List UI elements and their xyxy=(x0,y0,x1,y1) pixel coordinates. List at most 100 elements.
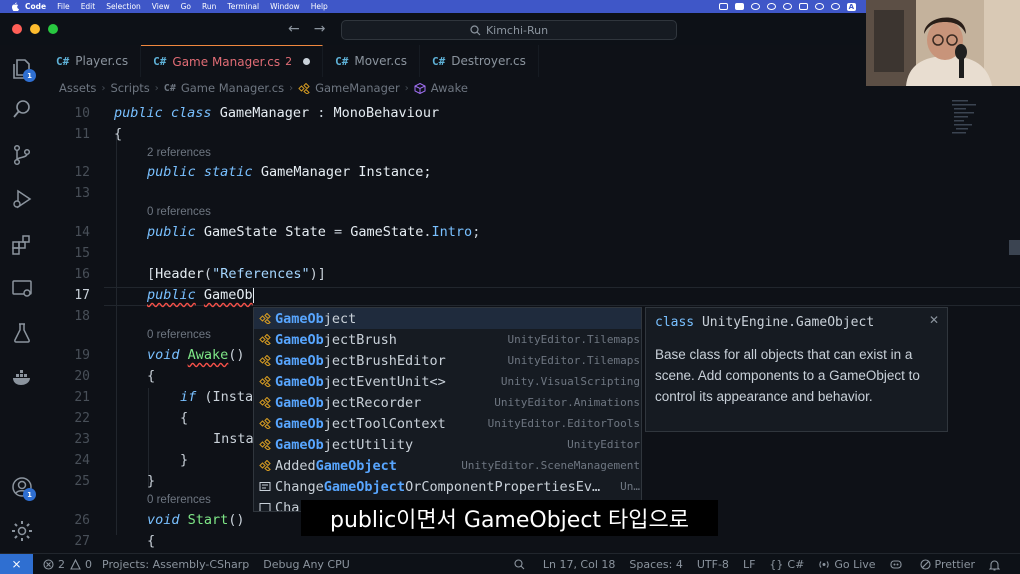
indentation[interactable]: Spaces: 4 xyxy=(629,558,682,571)
copilot-icon[interactable] xyxy=(889,559,906,570)
menu-selection[interactable]: Selection xyxy=(106,2,141,11)
suggestion-item[interactable]: GameObjectBrush UnityEditor.Tilemaps xyxy=(254,329,641,350)
end-of-line[interactable]: LF xyxy=(743,558,755,571)
csharp-file-icon: C# xyxy=(163,82,176,94)
video-subtitle: public이면서 GameObject 타입으로 xyxy=(301,500,718,536)
warning-count: 0 xyxy=(85,557,92,571)
zoom-indicator[interactable] xyxy=(514,559,529,570)
breadcrumb-file[interactable]: Game Manager.cs xyxy=(181,81,284,95)
code-line: { xyxy=(114,126,123,142)
breadcrumb-scripts[interactable]: Scripts xyxy=(110,81,149,95)
menu-code[interactable]: Code xyxy=(25,2,46,11)
menu-run[interactable]: Run xyxy=(202,2,216,11)
line-number: 11 xyxy=(74,127,90,142)
suggestion-item[interactable]: GameObjectBrushEditor UnityEditor.Tilema… xyxy=(254,350,641,371)
encoding[interactable]: UTF-8 xyxy=(697,558,729,571)
prettier-indicator[interactable]: Prettier xyxy=(919,558,975,571)
apple-icon[interactable] xyxy=(10,2,20,11)
control-center-icon[interactable] xyxy=(830,3,840,10)
suggestion-item[interactable]: AddedGameObject UnityEditor.SceneManagem… xyxy=(254,455,641,476)
suggestion-item[interactable]: GameObjectEventUnit<> Unity.VisualScript… xyxy=(254,371,641,392)
codelens-references[interactable]: 0 references xyxy=(147,206,211,218)
source-control-icon[interactable] xyxy=(10,143,34,167)
docker-icon[interactable] xyxy=(10,365,34,389)
build-config-indicator[interactable]: Debug Any CPU xyxy=(263,558,350,571)
code-line: [Header("References")] xyxy=(147,266,326,282)
testing-icon[interactable] xyxy=(10,321,34,345)
prohibited-icon xyxy=(919,559,931,570)
minimap[interactable] xyxy=(948,98,1018,198)
tab-label: Player.cs xyxy=(75,54,129,68)
breadcrumb-assets[interactable]: Assets xyxy=(59,81,96,95)
gear-icon[interactable] xyxy=(10,519,34,543)
line-number: 17 xyxy=(74,288,90,303)
activity-bar: 1 1 xyxy=(0,45,44,553)
class-symbol-icon xyxy=(259,376,271,387)
tab-player[interactable]: C# Player.cs xyxy=(44,45,142,77)
suggestion-item[interactable]: GameObject xyxy=(254,308,641,329)
autocomplete-suggest-widget: GameObject GameObjectBrush UnityEditor.T… xyxy=(253,307,642,512)
class-symbol-icon xyxy=(259,334,271,345)
command-center-search[interactable]: Kimchi-Run xyxy=(341,20,677,40)
search-sidebar-icon[interactable] xyxy=(10,97,34,121)
go-live-button[interactable]: Go Live xyxy=(818,558,876,571)
focus-icon[interactable] xyxy=(782,3,792,10)
run-debug-icon[interactable] xyxy=(10,187,34,211)
input-source-badge[interactable]: A xyxy=(846,2,856,11)
bell-icon xyxy=(989,559,1000,571)
screen-record-icon[interactable] xyxy=(718,3,728,10)
wifi-icon[interactable] xyxy=(766,3,776,10)
suggestion-details-panel: class UnityEngine.GameObject Base class … xyxy=(645,307,948,432)
close-icon[interactable]: ✕ xyxy=(929,313,939,327)
menu-edit[interactable]: Edit xyxy=(81,2,96,11)
language-mode[interactable]: {} C# xyxy=(769,558,804,571)
tab-game-manager[interactable]: C# Game Manager.cs 2 xyxy=(141,45,324,77)
tab-mover[interactable]: C# Mover.cs xyxy=(323,45,421,77)
code-line: void Awake() xyxy=(147,347,245,363)
suggestion-item[interactable]: GameObjectRecorder UnityEditor.Animation… xyxy=(254,392,641,413)
creative-cloud-icon[interactable] xyxy=(750,3,760,10)
codelens-references[interactable]: 0 references xyxy=(147,329,211,341)
line-number: 12 xyxy=(74,165,90,180)
notifications-bell-icon[interactable] xyxy=(989,559,1004,571)
volume-icon[interactable] xyxy=(798,3,808,10)
menu-terminal[interactable]: Terminal xyxy=(227,2,259,11)
unsaved-dot-icon[interactable] xyxy=(303,58,311,65)
broadcast-icon xyxy=(819,561,829,568)
menu-window[interactable]: Window xyxy=(270,2,300,11)
scrollbar-thumb[interactable] xyxy=(1009,240,1020,255)
breadcrumb-class[interactable]: GameManager xyxy=(315,81,400,95)
bluetooth-icon[interactable] xyxy=(814,3,824,10)
suggestion-item[interactable]: ChangeGameObjectOrComponentPropertiesEv…… xyxy=(254,476,641,497)
suggestion-item[interactable]: GameObjectUtility UnityEditor xyxy=(254,434,641,455)
cursor-position[interactable]: Ln 17, Col 18 xyxy=(543,558,616,571)
minimize-window-button[interactable] xyxy=(30,24,40,34)
breadcrumb-method[interactable]: Awake xyxy=(431,81,468,95)
search-icon xyxy=(470,24,481,35)
braces-icon: {} xyxy=(769,558,784,571)
menu-file[interactable]: File xyxy=(57,2,70,11)
zoom-window-button[interactable] xyxy=(48,24,58,34)
chevron-right-icon: › xyxy=(154,82,159,94)
menu-help[interactable]: Help xyxy=(311,2,328,11)
menu-view[interactable]: View xyxy=(152,2,170,11)
remote-explorer-icon[interactable] xyxy=(10,277,34,301)
extensions-icon[interactable] xyxy=(10,233,34,257)
back-arrow-icon[interactable]: ← xyxy=(288,21,300,37)
close-window-button[interactable] xyxy=(12,24,22,34)
problems-indicator[interactable]: 2 0 xyxy=(43,558,92,571)
codelens-references[interactable]: 0 references xyxy=(147,494,211,506)
remote-indicator-icon[interactable]: ⨯ xyxy=(0,553,33,574)
codelens-references[interactable]: 2 references xyxy=(147,147,211,159)
projects-indicator[interactable]: Projects: Assembly-CSharp xyxy=(102,558,249,571)
line-number: 18 xyxy=(74,309,90,324)
method-symbol-icon xyxy=(414,82,426,94)
class-symbol-icon xyxy=(259,439,271,450)
forward-arrow-icon[interactable]: → xyxy=(314,21,326,37)
chevron-right-icon: › xyxy=(101,82,106,94)
suggestion-item[interactable]: GameObjectToolContext UnityEditor.Editor… xyxy=(254,413,641,434)
menu-go[interactable]: Go xyxy=(181,2,191,11)
tab-destroyer[interactable]: C# Destroyer.cs xyxy=(420,45,539,77)
display-icon[interactable] xyxy=(734,3,744,10)
chevron-right-icon: › xyxy=(289,82,294,94)
